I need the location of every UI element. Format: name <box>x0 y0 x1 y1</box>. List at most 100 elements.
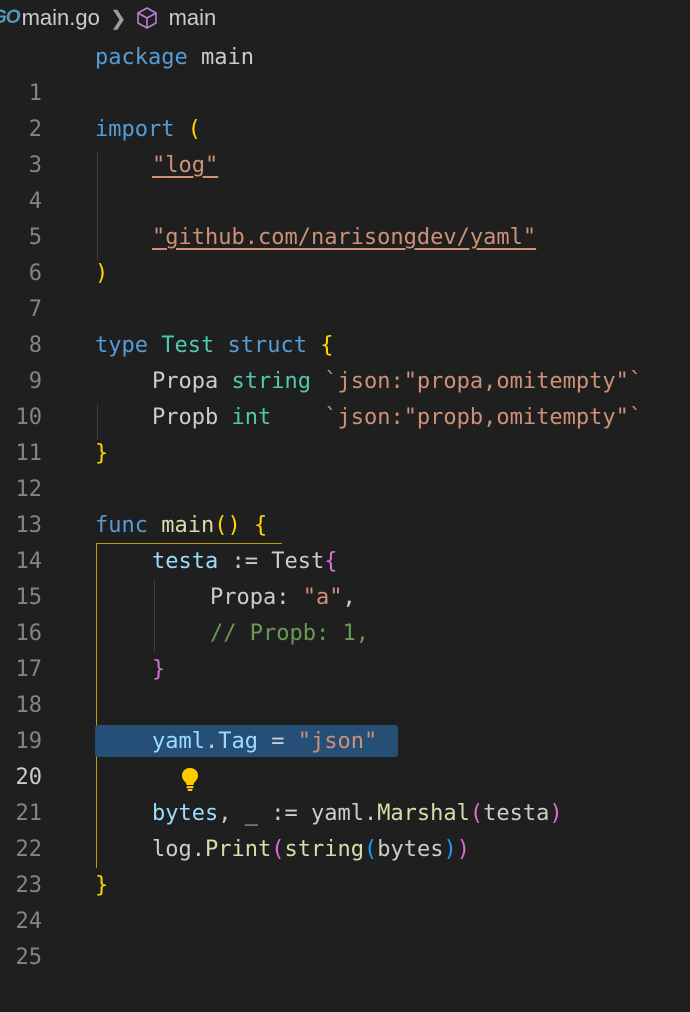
brace: { <box>320 333 334 358</box>
argument: bytes <box>377 837 444 862</box>
package-ref: yaml <box>152 729 205 754</box>
paren: ( <box>187 117 201 142</box>
brace: { <box>253 513 268 538</box>
code-line[interactable]: 19 <box>0 688 690 754</box>
code-line[interactable]: 1 package main <box>0 40 690 106</box>
keyword: func <box>95 513 148 538</box>
string-literal: "a" <box>302 585 343 610</box>
quote: " <box>152 225 166 250</box>
paren: ( <box>271 837 285 862</box>
code-line[interactable]: 22 bytes, _ := yaml.Marshal(testa) <box>0 796 690 862</box>
comment: // Propb: 1, <box>210 621 369 646</box>
type-name: Test <box>271 549 325 574</box>
keyword: type <box>95 333 148 358</box>
dot: . <box>191 837 205 862</box>
line-number: 25 <box>15 945 43 970</box>
code-line[interactable]: 13 <box>0 472 690 538</box>
paren: ( <box>469 801 484 826</box>
paren: () <box>214 513 241 538</box>
struct-tag: `json:"propb,omitempty"` <box>324 405 643 430</box>
brace: } <box>95 873 109 898</box>
struct-tag: `json:"propa,omitempty"` <box>324 369 643 394</box>
code-line[interactable]: 24 } <box>0 868 690 934</box>
argument: testa <box>483 801 550 826</box>
code-line[interactable]: 10 Propa string `json:"propa,omitempty"` <box>0 364 690 430</box>
type-name: Test <box>161 333 215 358</box>
lightbulb-icon[interactable] <box>99 730 199 791</box>
paren: ) <box>456 837 470 862</box>
variable: testa <box>152 549 219 574</box>
code-line[interactable]: 14 func main() { <box>0 508 690 574</box>
brace: } <box>152 657 166 682</box>
breadcrumb-symbol[interactable]: main <box>169 5 217 31</box>
go-file-icon: GO <box>0 7 21 28</box>
operator: , _ := <box>218 801 311 826</box>
dot: . <box>363 801 378 826</box>
field-key: Propa: <box>210 585 303 610</box>
breadcrumb-file[interactable]: main.go <box>22 5 100 31</box>
code-line[interactable]: 23 log.Print(string(bytes)) <box>0 832 690 898</box>
type-name: string <box>231 369 311 394</box>
function-call: string <box>284 837 364 862</box>
breadcrumb: GO main.go ❯ main <box>0 0 690 36</box>
paren: ( <box>363 837 378 862</box>
function-name: main <box>161 513 215 538</box>
operator: := <box>218 549 272 574</box>
quote: " <box>152 153 166 178</box>
code-line-active[interactable]: 20 yaml.Tag = "json" <box>0 724 690 791</box>
variable: bytes <box>152 801 219 826</box>
comma: , <box>342 585 356 610</box>
code-line[interactable]: 12 } <box>0 436 690 502</box>
string-literal: "json" <box>297 729 378 754</box>
paren: ) <box>95 261 109 286</box>
code-line[interactable]: 11 Propb int `json:"propb,omitempty"` <box>0 400 690 466</box>
keyword: package <box>95 45 188 70</box>
dot: . <box>204 729 219 754</box>
code-line[interactable]: 2 <box>0 76 690 142</box>
field-name: Propb <box>152 405 219 430</box>
type-name: int <box>231 405 272 430</box>
import-path-text: github.com/narisongdev/yaml <box>165 225 523 250</box>
paren: ) <box>549 801 563 826</box>
code-line[interactable]: 9 type Test struct { <box>0 328 690 394</box>
paren: ) <box>443 837 457 862</box>
field-name: Propa <box>152 369 219 394</box>
package-ref: yaml <box>310 801 364 826</box>
code-line[interactable]: 3 import ( <box>0 112 690 178</box>
package-ref: log <box>152 837 192 862</box>
identifier: main <box>187 45 254 70</box>
code-line[interactable]: 7 ) <box>0 256 690 322</box>
code-line[interactable]: 25 <box>0 904 690 970</box>
brace: { <box>324 549 338 574</box>
code-line[interactable]: 16 Propa: "a", <box>0 580 690 646</box>
code-line[interactable]: 6 "github.com/narisongdev/yaml" <box>0 220 690 286</box>
code-line[interactable]: 17 // Propb: 1, <box>0 616 690 682</box>
function-call: Marshal <box>377 801 470 826</box>
code-line[interactable]: 15 testa := Test{ <box>0 544 690 610</box>
quote: " <box>205 153 219 178</box>
import-path[interactable]: "log" <box>152 153 218 178</box>
code-line[interactable]: 8 <box>0 292 690 358</box>
quote: " <box>522 225 537 250</box>
import-path-text: log <box>165 153 205 178</box>
operator: = <box>257 729 298 754</box>
keyword: import <box>95 117 175 142</box>
code-line[interactable]: 5 <box>0 184 690 250</box>
code-line[interactable]: 4 "log" <box>0 148 690 214</box>
function-call: Print <box>205 837 272 862</box>
code-line[interactable]: 18 } <box>0 652 690 718</box>
cube-icon <box>136 7 157 29</box>
import-path[interactable]: "github.com/narisongdev/yaml" <box>152 225 536 250</box>
field-ref: Tag <box>218 729 258 754</box>
code-line[interactable]: 21 <box>0 760 690 826</box>
